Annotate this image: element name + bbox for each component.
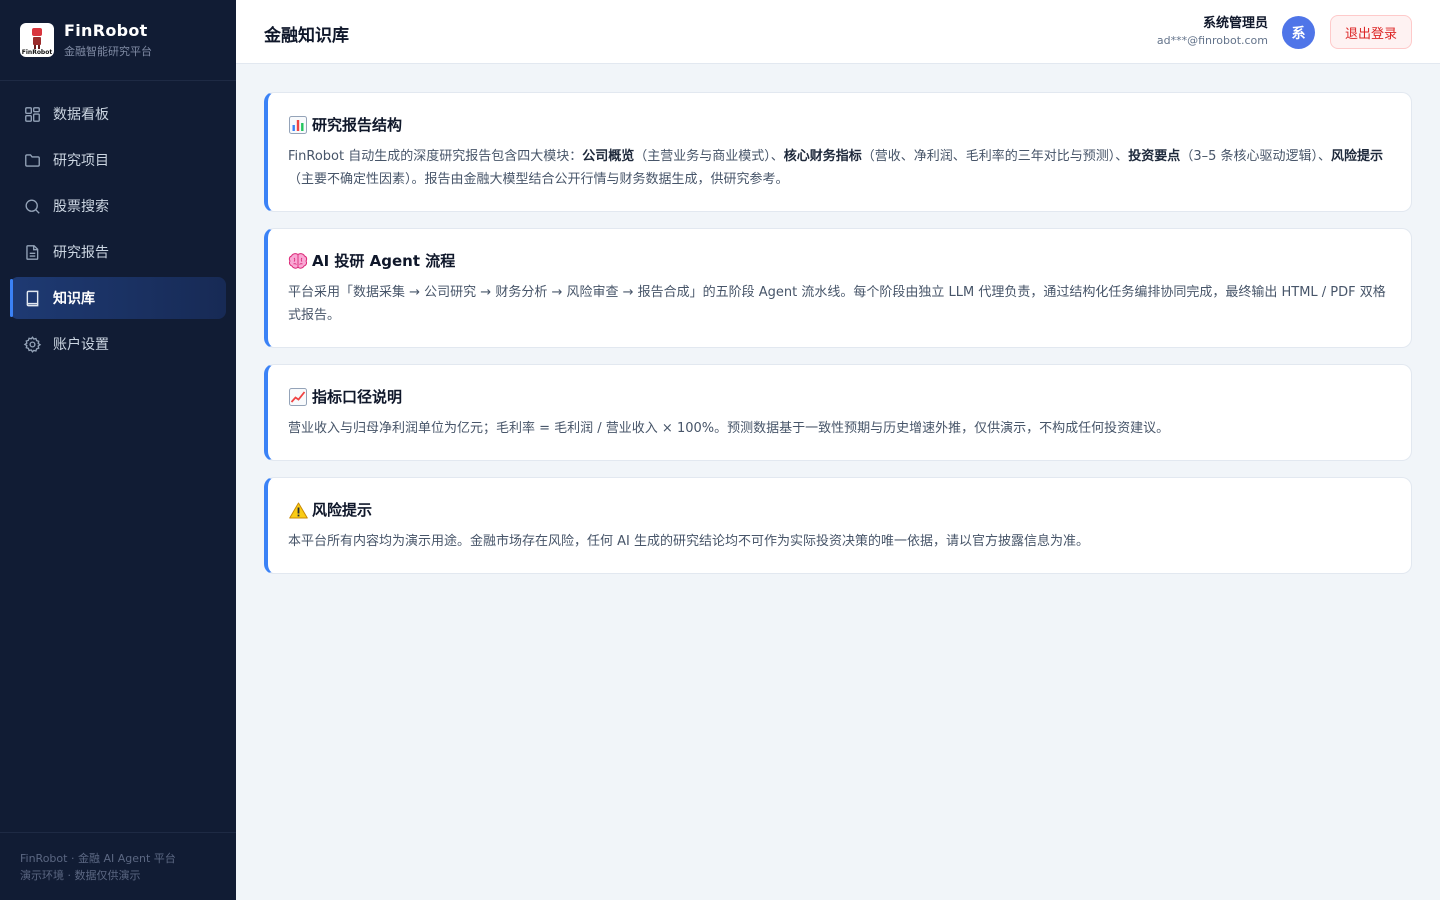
card-body: FinRobot 自动生成的深度研究报告包含四大模块：公司概览（主营业务与商业模… [288,145,1391,191]
card-title-text: 指标口径说明 [312,388,403,406]
card-title: AI 投研 Agent 流程 [288,250,1391,272]
finrobot-logo: FinRobot [20,23,54,57]
sidebar-footer: FinRobot · 金融 AI Agent 平台 演示环境 · 数据仅供演示 [0,832,236,900]
brand: FinRobot FinRobot 金融智能研究平台 [0,0,236,81]
gear-icon [23,335,42,353]
card-keyword: 风险提示 [1331,149,1384,164]
brand-title: FinRobot [64,21,148,40]
sidebar-item-label: 数据看板 [53,107,109,123]
card-text: （营收、净利润、毛利率的三年对比与预测）、 [861,149,1129,164]
sidebar-item-label: 研究报告 [53,245,109,261]
knowledge-content: 研究报告结构 FinRobot 自动生成的深度研究报告包含四大模块：公司概览（主… [264,92,1412,590]
avatar[interactable]: 系 [1282,16,1315,49]
user-email: ad***@finrobot.com [1156,34,1268,47]
card-keyword: 投资要点 [1128,149,1181,164]
sidebar: FinRobot FinRobot 金融智能研究平台 数据看板 研究项目 股票搜… [0,0,236,900]
card-title-text: 研究报告结构 [312,116,403,134]
knowledge-card-agent-flow: AI 投研 Agent 流程 平台采用「数据采集 → 公司研究 → 财务分析 →… [264,228,1412,348]
sidebar-item-label: 账户设置 [53,337,109,353]
footer-line: 演示环境 · 数据仅供演示 [20,869,141,882]
card-body: 本平台所有内容均为演示用途。金融市场存在风险，任何 AI 生成的研究结论均不可作… [288,534,1089,549]
sidebar-nav: 数据看板 研究项目 股票搜索 研究报告 知识库 账户设置 [0,81,236,365]
card-body: 平台采用「数据采集 → 公司研究 → 财务分析 → 风险审查 → 报告合成」的五… [288,285,1386,323]
card-keyword: 核心财务指标 [783,149,862,164]
card-title-text: AI 投研 Agent 流程 [312,252,456,270]
sidebar-item-projects[interactable]: 研究项目 [10,139,226,181]
sidebar-item-settings[interactable]: 账户设置 [10,323,226,365]
logout-button[interactable]: 退出登录 [1330,15,1412,49]
document-icon [26,244,39,260]
top-header: 金融知识库 系统管理员 ad***@finrobot.com 系 退出登录 [236,0,1440,64]
card-body: 营业收入与归母净利润单位为亿元；毛利率 = 毛利润 / 营业收入 × 100%。… [288,421,1170,436]
knowledge-card-risk-warning: 风险提示 本平台所有内容均为演示用途。金融市场存在风险，任何 AI 生成的研究结… [264,477,1412,574]
sidebar-item-stock-search[interactable]: 股票搜索 [10,185,226,227]
brain-icon [288,251,308,271]
sidebar-item-dashboard[interactable]: 数据看板 [10,93,226,135]
sidebar-item-reports[interactable]: 研究报告 [10,231,226,273]
folder-icon [25,153,40,167]
search-icon [25,198,40,214]
bar-chart-icon [288,115,308,135]
card-title: 研究报告结构 [288,114,1391,136]
knowledge-card-report-structure: 研究报告结构 FinRobot 自动生成的深度研究报告包含四大模块：公司概览（主… [264,92,1412,212]
card-title: 风险提示 [288,499,1391,521]
user-name: 系统管理员 [1202,16,1268,31]
card-keyword: 公司概览 [582,149,635,164]
warning-icon [288,500,308,520]
card-title: 指标口径说明 [288,386,1391,408]
card-text: （主营业务与商业模式）、 [634,149,784,164]
user-info: 系统管理员 ad***@finrobot.com [1157,16,1268,48]
sidebar-item-knowledge-base[interactable]: 知识库 [10,277,226,319]
card-text: FinRobot 自动生成的深度研究报告包含四大模块： [288,149,583,164]
grid-icon [25,106,40,122]
sidebar-item-label: 研究项目 [53,153,109,169]
page-title: 金融知识库 [264,26,349,46]
sidebar-item-label: 知识库 [53,291,95,307]
book-icon [26,290,39,306]
footer-line: FinRobot · 金融 AI Agent 平台 [20,852,176,865]
card-title-text: 风险提示 [312,501,373,519]
card-text: （主要不确定性因素）。报告由金融大模型结合公开行情与财务数据生成，供研究参考。 [288,172,789,187]
knowledge-card-metric-definitions: 指标口径说明 营业收入与归母净利润单位为亿元；毛利率 = 毛利润 / 营业收入 … [264,364,1412,461]
sidebar-item-label: 股票搜索 [53,199,109,215]
brand-subtitle: 金融智能研究平台 [64,45,152,58]
trend-chart-icon [288,387,308,407]
card-text: （3–5 条核心驱动逻辑）、 [1180,149,1331,164]
